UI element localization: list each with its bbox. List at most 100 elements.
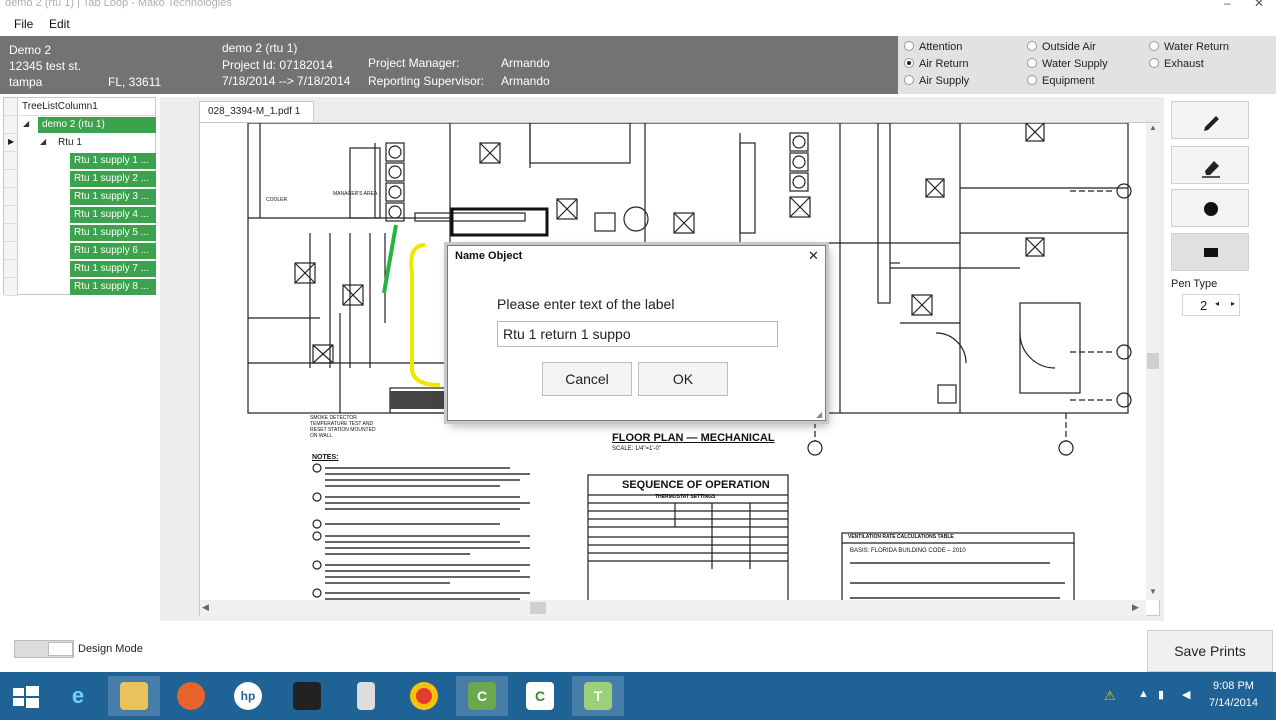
row-selector[interactable]: ▶ (4, 134, 18, 152)
taskbar-chrome[interactable] (398, 676, 450, 716)
vertical-scroll-thumb[interactable] (1147, 353, 1159, 369)
collapse-icon[interactable]: ◢ (40, 137, 46, 146)
decrement-icon[interactable]: ◂ (1215, 299, 1219, 308)
menu-edit[interactable]: Edit (49, 17, 70, 31)
rectangle-tool-button[interactable] (1171, 233, 1249, 271)
legend-equipment[interactable]: Equipment (1027, 75, 1095, 87)
tree-row[interactable]: Rtu 1 supply 3 ... (4, 188, 156, 206)
show-hidden-icons[interactable]: ▲ (1138, 688, 1149, 700)
clock-time[interactable]: 9:08 PM (1213, 680, 1254, 692)
tree-row[interactable]: Rtu 1 supply 4 ... (4, 206, 156, 224)
shield-warning-icon[interactable]: ⚠ (1104, 688, 1116, 704)
tree-node-supply[interactable]: Rtu 1 supply 5 ... (70, 225, 156, 241)
scroll-left-icon[interactable]: ◀ (202, 602, 209, 613)
taskbar-hp[interactable]: hp (222, 676, 274, 716)
project-manager-label: Project Manager: (368, 56, 460, 70)
tree-column-header[interactable]: TreeListColumn1 (19, 98, 156, 116)
horizontal-scrollbar[interactable]: ◀ ▶ (200, 600, 1146, 616)
client-state-zip: FL, 33611 (108, 75, 162, 89)
tree-node-supply[interactable]: Rtu 1 supply 7 ... (70, 261, 156, 277)
row-selector[interactable] (4, 152, 18, 170)
legend-water-supply[interactable]: Water Supply (1027, 58, 1108, 70)
minimize-button[interactable]: – (1224, 0, 1231, 10)
tree-row[interactable]: Rtu 1 supply 2 ... (4, 170, 156, 188)
radio-icon (1149, 41, 1159, 51)
tree-row[interactable]: Rtu 1 supply 8 ... (4, 278, 156, 296)
taskbar-camtasia[interactable]: C (456, 676, 508, 716)
row-selector[interactable] (4, 260, 18, 278)
eraser-tool-button[interactable] (1171, 146, 1249, 184)
legend-attention[interactable]: Attention (904, 41, 962, 53)
design-mode-toggle[interactable] (14, 640, 74, 658)
plan-scale: SCALE: 1/4"=1'-0" (612, 446, 661, 452)
tree-node-supply[interactable]: Rtu 1 supply 3 ... (70, 189, 156, 205)
scroll-down-icon[interactable]: ▼ (1149, 587, 1157, 596)
client-name: Demo 2 (9, 43, 52, 57)
row-selector[interactable] (4, 278, 18, 296)
legend-exhaust[interactable]: Exhaust (1149, 58, 1204, 70)
row-selector[interactable] (4, 242, 18, 260)
row-selector[interactable] (4, 188, 18, 206)
network-icon[interactable]: ▮ (1158, 688, 1164, 701)
tree-node-supply[interactable]: Rtu 1 supply 6 ... (70, 243, 156, 259)
folder-icon (120, 682, 148, 710)
tree-row[interactable]: ▶ ◢ Rtu 1 (4, 134, 156, 152)
label-text-input[interactable] (497, 321, 778, 347)
scroll-right-icon[interactable]: ▶ (1132, 602, 1139, 613)
tree-node-root[interactable]: demo 2 (rtu 1) (38, 117, 156, 133)
legend-air-supply[interactable]: Air Supply (904, 75, 969, 87)
point-tool-button[interactable] (1171, 189, 1249, 227)
tree-row[interactable]: Rtu 1 supply 6 ... (4, 242, 156, 260)
scroll-up-icon[interactable]: ▲ (1149, 123, 1157, 132)
pen-tool-button[interactable] (1171, 101, 1249, 139)
internet-explorer-icon: e (71, 683, 85, 708)
tree-node-supply[interactable]: Rtu 1 supply 2 ... (70, 171, 156, 187)
taskbar-internet-explorer[interactable]: e (52, 676, 104, 716)
taskbar-file-explorer[interactable] (108, 676, 160, 716)
sequence-title: SEQUENCE OF OPERATION (622, 479, 770, 491)
taskbar-tab-loop[interactable]: T (572, 676, 624, 716)
legend-air-return[interactable]: Air Return (904, 58, 969, 70)
resize-grip-icon[interactable]: ◢ (816, 410, 822, 419)
menu-file[interactable]: File (14, 17, 33, 31)
taskbar-camtasia-recorder[interactable]: C (514, 676, 566, 716)
object-tree[interactable]: TreeListColumn1 ◢ demo 2 (rtu 1) ▶ ◢ Rtu… (3, 97, 156, 296)
vertical-scrollbar[interactable]: ▲ ▼ (1146, 123, 1160, 600)
tree-node-rtu[interactable]: Rtu 1 (54, 135, 86, 151)
start-button[interactable] (0, 676, 52, 716)
clock-date[interactable]: 7/14/2014 (1209, 697, 1258, 709)
tree-row[interactable]: Rtu 1 supply 7 ... (4, 260, 156, 278)
row-selector[interactable] (4, 170, 18, 188)
toggle-knob[interactable] (48, 642, 73, 656)
legend-outside-air[interactable]: Outside Air (1027, 41, 1096, 53)
save-prints-button[interactable]: Save Prints (1147, 630, 1273, 672)
row-selector[interactable] (4, 224, 18, 242)
taskbar-firefox[interactable] (165, 676, 217, 716)
radio-selected-icon (904, 58, 914, 68)
smoke-detector-note: SMOKE DETECTOR TEMPERATURE TEST AND RESE… (310, 415, 376, 439)
pen-type-stepper[interactable]: 2 ◂ ▸ (1182, 294, 1240, 316)
design-mode-label: Design Mode (78, 643, 143, 655)
ok-button[interactable]: OK (638, 362, 728, 396)
increment-icon[interactable]: ▸ (1231, 299, 1235, 308)
tree-node-supply[interactable]: Rtu 1 supply 4 ... (70, 207, 156, 223)
tree-row[interactable]: Rtu 1 supply 1 ... (4, 152, 156, 170)
project-name: demo 2 (rtu 1) (222, 41, 298, 55)
cancel-button[interactable]: Cancel (542, 362, 632, 396)
volume-icon[interactable]: ◀ (1182, 688, 1190, 701)
taskbar-speaker[interactable] (340, 676, 392, 716)
tree-node-supply[interactable]: Rtu 1 supply 1 ... (70, 153, 156, 169)
tree-row[interactable]: Rtu 1 supply 5 ... (4, 224, 156, 242)
document-tab[interactable]: 028_3394-M_1.pdf 1 (199, 101, 314, 123)
legend-water-return[interactable]: Water Return (1149, 41, 1229, 53)
close-window-button[interactable]: ✕ (1254, 0, 1264, 10)
tree-row[interactable]: ◢ demo 2 (rtu 1) (4, 116, 156, 134)
dialog-close-icon[interactable]: ✕ (808, 248, 819, 264)
taskbar-app[interactable] (281, 676, 333, 716)
pen-type-value[interactable]: 2 (1200, 298, 1207, 313)
row-selector[interactable] (4, 116, 18, 134)
row-selector[interactable] (4, 206, 18, 224)
collapse-icon[interactable]: ◢ (23, 119, 29, 128)
tree-node-supply[interactable]: Rtu 1 supply 8 ... (70, 279, 156, 295)
horizontal-scroll-thumb[interactable] (530, 602, 546, 614)
